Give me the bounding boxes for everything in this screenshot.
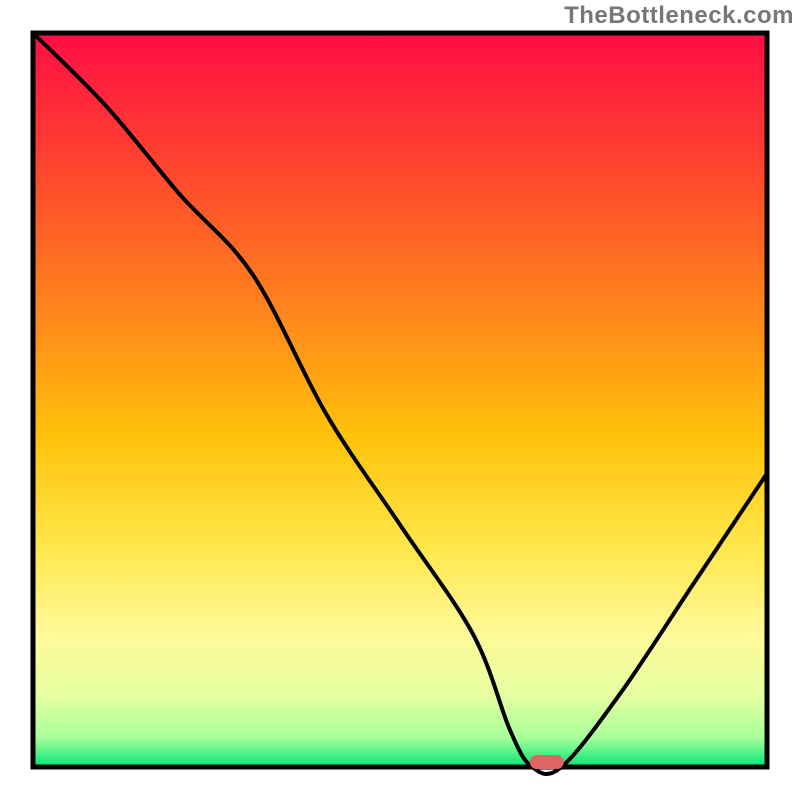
bottleneck-curve-chart bbox=[0, 0, 800, 800]
gradient-background bbox=[33, 33, 767, 767]
chart-container: TheBottleneck.com bbox=[0, 0, 800, 800]
watermark-label: TheBottleneck.com bbox=[564, 2, 794, 30]
minimum-marker bbox=[530, 755, 564, 769]
